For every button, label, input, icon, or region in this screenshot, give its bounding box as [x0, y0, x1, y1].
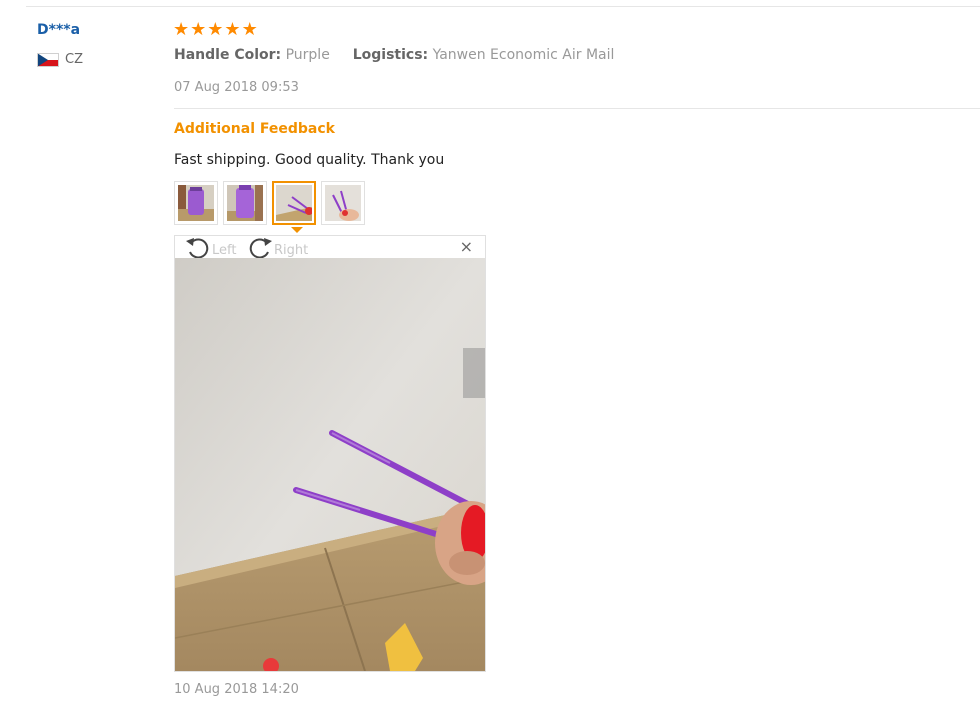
additional-feedback-heading: Additional Feedback — [174, 121, 335, 137]
order-attributes: Handle Color: Purple Logistics: Yanwen E… — [174, 47, 614, 63]
star-icon: ★ — [173, 19, 190, 40]
feedback-divider — [174, 108, 980, 109]
star-icon: ★ — [207, 19, 224, 40]
thumbnail-photo-1 — [178, 185, 214, 221]
star-icon: ★ — [241, 19, 258, 40]
attr-value-logistics: Yanwen Economic Air Mail — [432, 47, 615, 63]
feedback-thumbnails — [174, 181, 365, 225]
thumbnail-photo-2 — [227, 185, 263, 221]
thumbnail-3-selected[interactable] — [272, 181, 316, 225]
reviewer-country: CZ — [37, 52, 83, 67]
star-icon: ★ — [224, 19, 241, 40]
attr-value-handle-color: Purple — [285, 47, 330, 63]
rotate-right-label: Right — [274, 242, 309, 258]
additional-feedback-date: 10 Aug 2018 14:20 — [174, 682, 299, 697]
attr-label-logistics: Logistics: — [352, 47, 429, 63]
star-rating: ★ ★ ★ ★ ★ — [173, 20, 258, 40]
country-code: CZ — [65, 52, 83, 67]
reviewer-name[interactable]: D***a — [37, 22, 80, 38]
viewer-photo — [175, 258, 485, 671]
thumbnail-4[interactable] — [321, 181, 365, 225]
image-viewer: Left Right × — [174, 235, 486, 672]
close-icon[interactable]: × — [460, 239, 473, 255]
selected-thumbnail-indicator — [291, 227, 303, 233]
rotate-left-label: Left — [212, 242, 237, 258]
viewer-toolbar: Left Right × — [175, 236, 485, 259]
additional-feedback-text: Fast shipping. Good quality. Thank you — [174, 152, 445, 168]
thumbnail-2[interactable] — [223, 181, 267, 225]
attr-label-handle-color: Handle Color: — [174, 47, 282, 63]
top-divider — [26, 6, 980, 7]
thumbnail-photo-3 — [276, 185, 312, 221]
star-icon: ★ — [190, 19, 207, 40]
review-date: 07 Aug 2018 09:53 — [174, 80, 299, 95]
thumbnail-photo-4 — [325, 185, 361, 221]
czech-flag-icon — [37, 52, 59, 67]
thumbnail-1[interactable] — [174, 181, 218, 225]
